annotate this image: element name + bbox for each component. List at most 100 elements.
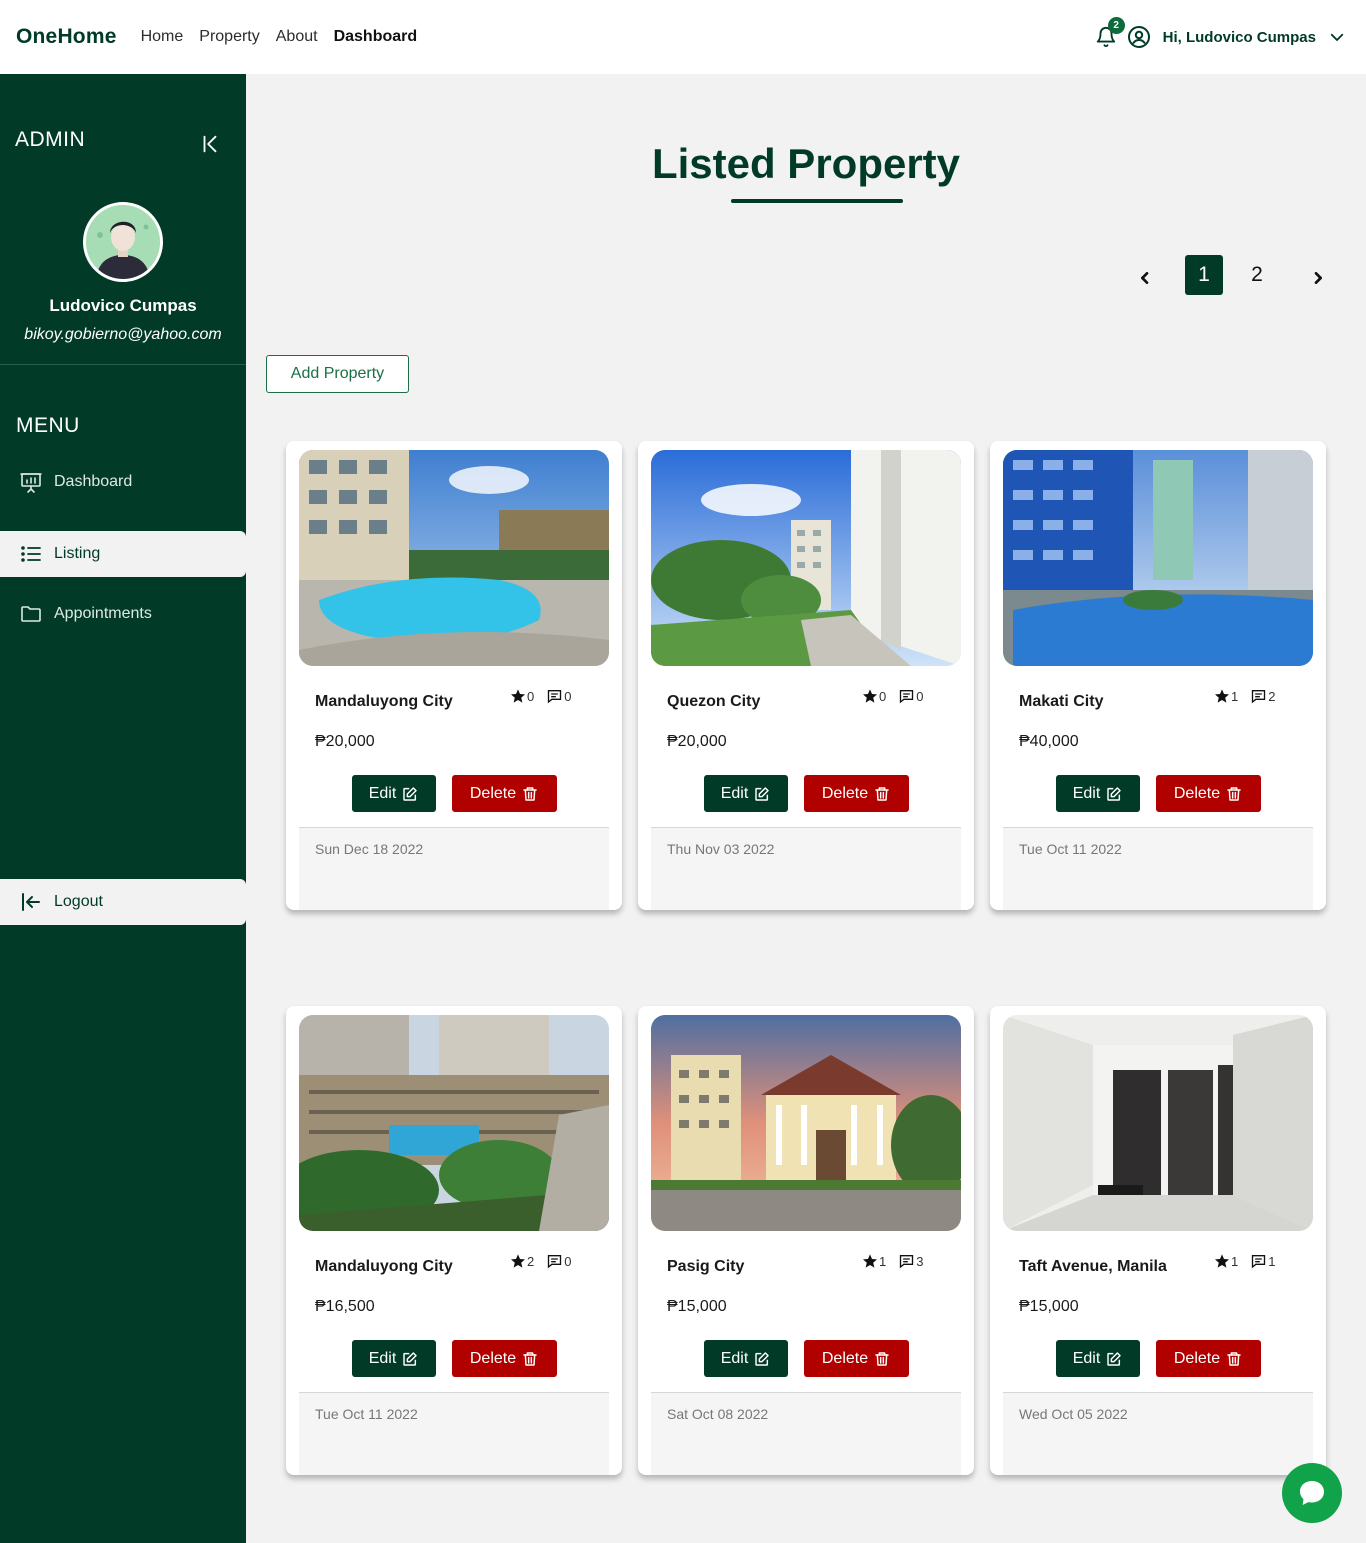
star-icon	[511, 689, 525, 703]
nav-about-link[interactable]: About	[276, 28, 318, 46]
edit-button[interactable]: Edit	[1055, 775, 1140, 812]
edit-button[interactable]: Edit	[703, 775, 788, 812]
delete-label: Delete	[821, 1349, 869, 1367]
rating-stat[interactable]: 2	[510, 1253, 534, 1269]
property-stats: 0 0	[498, 688, 571, 704]
comment-icon	[1252, 1255, 1266, 1269]
chat-icon[interactable]	[1282, 1463, 1342, 1523]
delete-button[interactable]: Delete	[803, 775, 909, 812]
nav-property-link[interactable]: Property	[199, 28, 259, 46]
property-city: Pasig City	[667, 1258, 745, 1275]
listing-date: Sat Oct 08 2022	[667, 1406, 769, 1422]
property-city: Mandaluyong City	[315, 1258, 453, 1275]
notification-bell-icon[interactable]: 2	[1093, 17, 1125, 50]
property-price: ₱15,000	[667, 1298, 727, 1315]
pagination-page-2[interactable]: 2	[1238, 255, 1276, 295]
property-city: Mandaluyong City	[315, 693, 453, 710]
logout-icon	[18, 889, 44, 915]
card-actions: Edit Delete	[286, 775, 622, 812]
edit-icon	[403, 786, 418, 801]
delete-button[interactable]: Delete	[1155, 1340, 1261, 1377]
edit-label: Edit	[720, 1349, 749, 1367]
card-actions: Edit Delete	[638, 1340, 974, 1377]
edit-icon	[755, 1351, 770, 1366]
comment-stat[interactable]: 0	[546, 688, 571, 704]
card-actions: Edit Delete	[990, 1340, 1326, 1377]
card-footer: Sat Oct 08 2022	[651, 1392, 961, 1475]
edit-label: Edit	[1072, 1349, 1101, 1367]
comment-icon	[548, 690, 562, 704]
comment-stat[interactable]: 1	[1250, 1253, 1275, 1269]
brand-logo[interactable]: OneHome	[16, 25, 117, 49]
edit-button[interactable]: Edit	[1055, 1340, 1140, 1377]
rating-stat[interactable]: 0	[510, 688, 534, 704]
property-price: ₱15,000	[1019, 1298, 1079, 1315]
edit-icon	[403, 1351, 418, 1366]
trash-icon	[1227, 786, 1241, 801]
delete-label: Delete	[1173, 784, 1221, 802]
property-stats: 2 0	[498, 1253, 571, 1269]
listing-date: Thu Nov 03 2022	[667, 841, 775, 857]
rating-stat[interactable]: 1	[1214, 1253, 1238, 1269]
avatar	[83, 202, 163, 282]
delete-button[interactable]: Delete	[451, 775, 557, 812]
menu-label: MENU	[16, 414, 80, 437]
sidebar-item-listing[interactable]: Listing	[0, 531, 246, 577]
edit-label: Edit	[1072, 784, 1101, 802]
comment-stat[interactable]: 0	[898, 688, 923, 704]
delete-button[interactable]: Delete	[803, 1340, 909, 1377]
comment-icon	[900, 690, 914, 704]
user-menu: 2 Hi, Ludovico Cumpas	[1093, 17, 1350, 50]
property-price: ₱16,500	[315, 1298, 375, 1315]
nav-home-link[interactable]: Home	[141, 28, 184, 46]
listing-date: Tue Oct 11 2022	[315, 1406, 418, 1422]
edit-button[interactable]: Edit	[351, 775, 436, 812]
comment-stat[interactable]: 2	[1250, 688, 1275, 704]
edit-button[interactable]: Edit	[703, 1340, 788, 1377]
card-footer: Tue Oct 11 2022	[299, 1392, 609, 1475]
delete-button[interactable]: Delete	[1155, 775, 1261, 812]
property-photo[interactable]	[299, 1015, 609, 1231]
list-icon	[18, 541, 44, 567]
rating-stat[interactable]: 0	[862, 688, 886, 704]
add-property-button[interactable]: Add Property	[266, 355, 409, 393]
sidebar-item-appointments[interactable]: Appointments	[0, 591, 246, 637]
edit-button[interactable]: Edit	[351, 1340, 436, 1377]
sidebar-divider	[0, 364, 246, 365]
pagination-page-1[interactable]: 1	[1185, 255, 1223, 295]
property-photo[interactable]	[1003, 450, 1313, 666]
logout-button[interactable]: Logout	[0, 879, 246, 925]
user-greeting[interactable]: Hi, Ludovico Cumpas	[1163, 29, 1316, 46]
property-photo[interactable]	[651, 1015, 961, 1231]
chevron-right-icon[interactable]	[1306, 265, 1330, 291]
rating-stat[interactable]: 1	[862, 1253, 886, 1269]
property-card: Taft Avenue, Manila 1 1 ₱15,000 Edit Del…	[990, 1006, 1326, 1475]
nav-dashboard-link[interactable]: Dashboard	[334, 28, 418, 46]
top-navbar: OneHome Home Property About Dashboard 2 …	[0, 0, 1366, 74]
folder-icon	[18, 601, 44, 627]
sidebar-item-dashboard[interactable]: Dashboard	[0, 459, 246, 505]
trash-icon	[523, 786, 537, 801]
property-stats: 1 2	[1202, 688, 1275, 704]
rating-stat[interactable]: 1	[1214, 688, 1238, 704]
comment-stat[interactable]: 0	[546, 1253, 571, 1269]
comment-stat[interactable]: 3	[898, 1253, 923, 1269]
property-photo[interactable]	[299, 450, 609, 666]
chevron-left-icon[interactable]	[1133, 265, 1157, 291]
property-card: Mandaluyong City 2 0 ₱16,500 Edit Delete	[286, 1006, 622, 1475]
logout-label: Logout	[54, 893, 103, 910]
user-circle-icon[interactable]	[1127, 25, 1151, 49]
property-photo[interactable]	[1003, 1015, 1313, 1231]
property-photo[interactable]	[651, 450, 961, 666]
property-price: ₱20,000	[315, 733, 375, 750]
card-footer: Tue Oct 11 2022	[1003, 827, 1313, 910]
chevron-down-icon[interactable]	[1324, 24, 1350, 50]
property-card: Mandaluyong City 0 0 ₱20,000 Edit Delete	[286, 441, 622, 910]
listing-date: Sun Dec 18 2022	[315, 841, 424, 857]
delete-button[interactable]: Delete	[451, 1340, 557, 1377]
edit-icon	[1107, 1351, 1122, 1366]
sidebar-item-label: Appointments	[54, 605, 152, 622]
presentation-chart-icon	[18, 469, 44, 495]
collapse-sidebar-icon[interactable]	[196, 130, 224, 158]
star-icon	[1215, 1254, 1229, 1268]
